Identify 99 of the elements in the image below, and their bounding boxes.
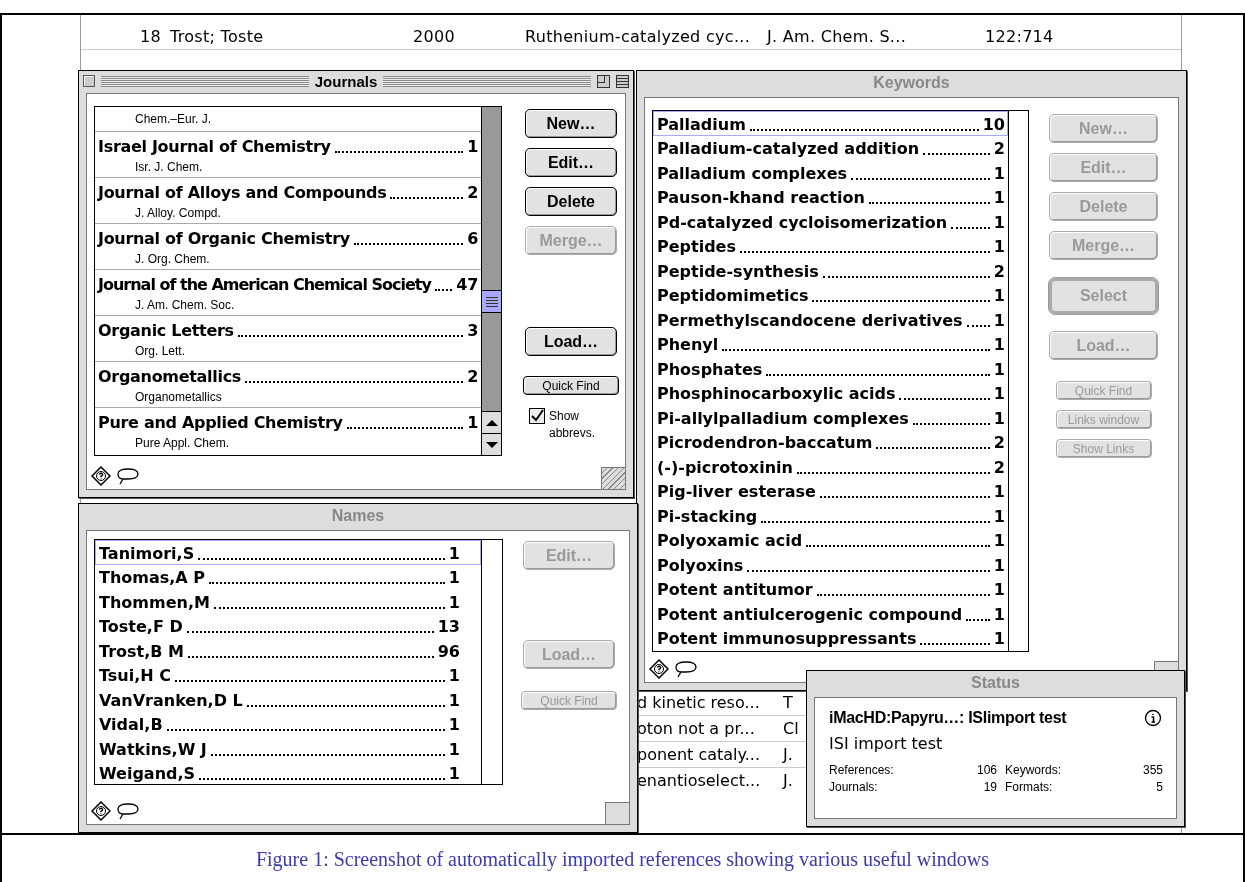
stat-value: 106 xyxy=(975,762,997,779)
list-item[interactable]: Polyoxins 1 xyxy=(653,552,1008,577)
list-item[interactable]: Journal of Organic Chemistry 6 xyxy=(95,224,481,248)
window-title: Journals xyxy=(314,73,378,89)
list-item[interactable]: Vidal,B 1 xyxy=(95,711,481,736)
database-path: iMacHD:Papyru…: ISIimport test xyxy=(829,708,1067,728)
list-item[interactable]: Watkins,W J 1 xyxy=(95,736,481,761)
list-item[interactable]: Tsui,H C 1 xyxy=(95,662,481,687)
resize-handle[interactable] xyxy=(605,802,629,824)
list-item[interactable]: Weigand,S 1 xyxy=(95,760,481,784)
checkbox[interactable] xyxy=(529,408,545,424)
table-cell-text: T xyxy=(783,691,793,714)
journal-abbreviation: J. Alloy. Compd. xyxy=(134,204,222,222)
list-item[interactable]: Phenyl 1 xyxy=(653,331,1008,356)
stat-label: Keywords: xyxy=(1005,762,1063,779)
list-item[interactable]: Organic Letters 3 xyxy=(95,316,481,340)
list-item[interactable]: Peptidomimetics 1 xyxy=(653,282,1008,307)
zoom-box[interactable] xyxy=(597,74,610,88)
journal-abbreviation: Organometallics xyxy=(134,388,223,406)
scroll-up-icon[interactable] xyxy=(482,411,501,433)
help-icon[interactable] xyxy=(91,466,111,486)
table-cell-text: 2000 xyxy=(413,26,456,48)
journal-abbreviation: J. Org. Chem. xyxy=(134,250,211,268)
list-item[interactable]: Tanimori,S 1 xyxy=(95,540,481,565)
list-item[interactable]: (-)-picrotoxinin 2 xyxy=(653,454,1008,479)
list-item[interactable]: Organometallics 2 xyxy=(95,362,481,386)
list-item[interactable]: Israel Journal of Chemistry 1 xyxy=(95,132,481,156)
table-cell-text: enantioselect... xyxy=(637,769,762,792)
push-button[interactable]: Delete xyxy=(525,187,617,216)
stat-value: 355 xyxy=(1141,762,1163,779)
list-item[interactable]: Potent antitumor 1 xyxy=(653,576,1008,601)
table-cell-text: 122:714 xyxy=(985,26,1054,48)
list-item[interactable]: Trost,B M 96 xyxy=(95,638,481,663)
close-box[interactable] xyxy=(83,75,95,87)
window-title: Keywords xyxy=(873,73,950,93)
help-icon[interactable] xyxy=(91,801,111,821)
list-item[interactable]: Permethylscandocene derivatives 1 xyxy=(653,307,1008,332)
list-item[interactable]: Thomas,A P 1 xyxy=(95,564,481,589)
list-item[interactable]: Potent antiulcerogenic compound 1 xyxy=(653,601,1008,626)
scroll-down-icon[interactable] xyxy=(482,433,501,455)
info-icon[interactable] xyxy=(1144,709,1162,727)
list-item[interactable]: Palladium 10 xyxy=(653,111,1008,136)
speech-balloon-icon[interactable] xyxy=(117,802,139,820)
list-item[interactable]: Pauson-khand reaction 1 xyxy=(653,184,1008,209)
list-item[interactable]: Toste,F D 13 xyxy=(95,613,481,638)
list-item[interactable]: Pd-catalyzed cycloisomerization 1 xyxy=(653,209,1008,234)
list-item[interactable]: Phosphinocarboxylic acids 1 xyxy=(653,380,1008,405)
speech-balloon-icon[interactable] xyxy=(675,660,697,678)
table-cell-text: Trost; Toste xyxy=(170,26,265,48)
table-cell-text: 18 xyxy=(139,26,161,48)
list-item[interactable]: Potent immunosuppressants 1 xyxy=(653,625,1008,650)
table-cell-text: oton not a pr... xyxy=(637,717,756,740)
journal-abbreviation: Chem.–Eur. J. xyxy=(134,111,213,128)
table-cell-text: Cl xyxy=(783,717,799,740)
resize-handle[interactable] xyxy=(1154,661,1178,671)
stat-value: 5 xyxy=(1155,779,1163,796)
table-cell-text: J. xyxy=(783,769,793,792)
small-button[interactable]: Quick Find xyxy=(523,376,619,395)
stat-label: Formats: xyxy=(1005,779,1054,796)
speech-balloon-icon[interactable] xyxy=(117,467,139,485)
push-button[interactable]: Edit… xyxy=(525,148,617,177)
list-item[interactable]: Pure and Applied Chemistry 1 xyxy=(95,408,481,432)
scrollbar[interactable] xyxy=(481,107,501,455)
list-item[interactable]: Pig-liver esterase 1 xyxy=(653,478,1008,503)
journal-abbreviation: Pure Appl. Chem. xyxy=(134,434,231,452)
stat-label: References: xyxy=(829,762,895,779)
checkbox-label: Show abbrevs. xyxy=(549,408,597,442)
push-button[interactable]: Load… xyxy=(525,327,617,356)
list-item[interactable]: Picrodendron-baccatum 2 xyxy=(653,429,1008,454)
stat-label: Journals: xyxy=(829,779,879,796)
journal-abbreviation: Org. Lett. xyxy=(134,342,187,360)
stat-value: 19 xyxy=(982,779,997,796)
collapse-box[interactable] xyxy=(616,74,629,88)
check-icon xyxy=(530,409,544,423)
resize-handle[interactable] xyxy=(601,467,625,489)
list-item[interactable]: Pi-stacking 1 xyxy=(653,503,1008,528)
list-item[interactable]: Thommen,M 1 xyxy=(95,589,481,614)
table-cell-text: J. Am. Chem. S... xyxy=(767,26,908,48)
list-item[interactable]: Palladium complexes 1 xyxy=(653,160,1008,185)
push-button[interactable]: New… xyxy=(525,109,617,138)
list-item[interactable]: Peptide-synthesis 2 xyxy=(653,258,1008,283)
window-title: Names xyxy=(331,506,385,526)
list-item[interactable]: Journal of the American Chemical Society 47 xyxy=(95,270,481,294)
figure-caption: Figure 1: Screenshot of automatically imported references showing various useful windows xyxy=(255,846,990,873)
list-item[interactable]: Polyoxamic acid 1 xyxy=(653,527,1008,552)
journal-abbreviation: Isr. J. Chem. xyxy=(134,158,204,176)
window-title: Status xyxy=(971,673,1020,693)
journal-abbreviation: J. Am. Chem. Soc. xyxy=(134,296,236,314)
list-item[interactable]: Palladium-catalyzed addition 2 xyxy=(653,135,1008,160)
table-cell-text: Ruthenium-catalyzed cyc... xyxy=(525,26,752,48)
scroll-thumb[interactable] xyxy=(482,290,501,313)
list-item[interactable]: Pi-allylpalladium complexes 1 xyxy=(653,405,1008,430)
list-item[interactable]: VanVranken,D L 1 xyxy=(95,687,481,712)
help-icon[interactable] xyxy=(649,659,669,679)
database-name: ISI import test xyxy=(829,733,944,755)
list-item[interactable]: Peptides 1 xyxy=(653,233,1008,258)
list-item[interactable]: Phosphates 1 xyxy=(653,356,1008,381)
table-cell-text: J. xyxy=(783,743,793,766)
list-item[interactable]: Journal of Alloys and Compounds 2 xyxy=(95,178,481,202)
